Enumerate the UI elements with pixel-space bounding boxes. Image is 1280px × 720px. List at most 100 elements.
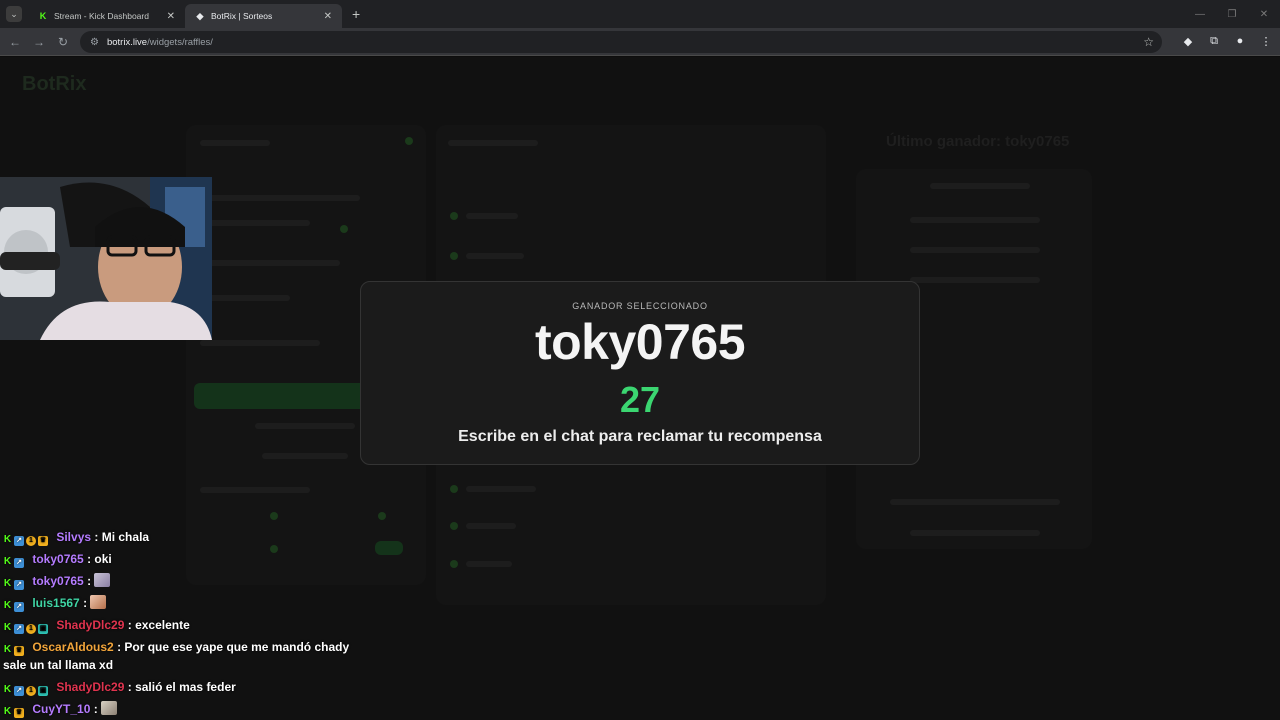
kick-badge-icon: K <box>3 578 12 589</box>
forward-icon[interactable]: → <box>27 30 51 54</box>
tab-botrix-sorteos[interactable]: ◆ BotRix | Sorteos ✕ <box>185 4 342 28</box>
chat-username: luis1567 <box>32 596 80 610</box>
chat-message: K ♛ OscarAldous2 : Por que ese yape que m… <box>3 636 363 676</box>
chat-username: toky0765 <box>32 552 84 566</box>
botrix-logo: BotRix <box>22 73 87 95</box>
bg-line <box>910 247 1040 253</box>
chat-message: K ↗ toky0765 : <box>3 570 363 592</box>
kick-badge-icon: K <box>3 534 12 545</box>
chat-message: K ↗ 1 ▣ ShadyDlc29 : salió el mas feder <box>3 676 363 698</box>
last-winner-title: Último ganador: toky0765 <box>886 133 1070 150</box>
tab-title: BotRix | Sorteos <box>211 11 273 21</box>
botrix-icon: ◆ <box>196 10 204 21</box>
winner-label: GANADOR SELECCIONADO <box>572 301 708 311</box>
chat-username: ShadyDlc29 <box>56 618 125 632</box>
subscriber-badge-icon: ♛ <box>38 536 48 546</box>
url-input[interactable]: ⚙ botrix.live/widgets/raffles/ ☆ <box>80 31 1162 53</box>
winner-modal: GANADOR SELECCIONADO toky0765 27 Escribe… <box>360 281 920 465</box>
webcam-image <box>0 177 212 340</box>
toggle-switch[interactable] <box>375 541 403 555</box>
bg-dot <box>450 522 458 530</box>
bg-line <box>466 561 512 567</box>
site-settings-icon[interactable]: ⚙ <box>90 37 99 48</box>
og-badge-icon: ↗ <box>14 580 24 590</box>
chat-message: K ↗ 1 ♛ Silvys : Mi chala <box>3 526 363 548</box>
minimize-icon[interactable]: — <box>1184 0 1216 28</box>
bg-line <box>200 195 360 201</box>
new-tab-button[interactable]: + <box>352 6 360 22</box>
bg-line <box>200 260 340 266</box>
claim-countdown: 27 <box>619 379 661 420</box>
bg-line <box>466 486 536 492</box>
bg-line <box>466 213 518 219</box>
close-icon[interactable]: ✕ <box>167 11 175 22</box>
extensions-area: ◆ ⧉ ● ⋮ <box>1180 32 1274 50</box>
bg-line <box>890 499 1060 505</box>
subscriber-badge-icon: ▣ <box>38 686 48 696</box>
extension-icon[interactable]: ◆ <box>1180 32 1196 50</box>
bg-dot <box>270 512 278 520</box>
kick-badge-icon: K <box>3 556 12 567</box>
chat-text: : Mi chala <box>94 530 150 544</box>
kick-badge-icon: K <box>3 684 12 695</box>
gift-badge-icon: 1 <box>26 536 36 546</box>
window-controls: — ❐ ✕ <box>1184 0 1280 28</box>
bg-dot <box>378 512 386 520</box>
og-badge-icon: ↗ <box>14 624 24 634</box>
chat-message: K ♛ CuyYT_10 : <box>3 698 363 720</box>
bg-line <box>910 530 1040 536</box>
address-bar: ← → ↻ ⚙ botrix.live/widgets/raffles/ ☆ ◆… <box>0 28 1280 56</box>
tab-title: Stream - Kick Dashboard <box>54 11 149 21</box>
emote-image <box>100 701 117 715</box>
subscriber-badge-icon: ▣ <box>38 624 48 634</box>
webcam-feed <box>0 177 212 340</box>
bg-line <box>466 253 524 259</box>
tab-bar: ⌄ K Stream - Kick Dashboard ✕ ◆ BotRix |… <box>0 0 1280 28</box>
chat-text: : <box>87 574 92 588</box>
url-path: /widgets/raffles/ <box>147 36 213 48</box>
chat-message: K ↗ 1 ▣ ShadyDlc29 : excelente <box>3 614 363 636</box>
bg-dot <box>340 225 348 233</box>
bg-line <box>930 183 1030 189</box>
bg-dot <box>450 252 458 260</box>
bg-line <box>910 277 1040 283</box>
maximize-icon[interactable]: ❐ <box>1216 0 1248 28</box>
emote-image <box>94 573 111 587</box>
chat-text: : salió el mas feder <box>127 680 236 694</box>
back-icon[interactable]: ← <box>3 30 27 54</box>
tab-search-button[interactable]: ⌄ <box>6 6 22 22</box>
bg-line <box>200 295 290 301</box>
kebab-menu-icon[interactable]: ⋮ <box>1258 32 1274 50</box>
puzzle-icon[interactable]: ⧉ <box>1206 32 1222 50</box>
chat-username: toky0765 <box>32 574 84 588</box>
reload-icon[interactable]: ↻ <box>51 30 75 54</box>
tab-kick-dashboard[interactable]: K Stream - Kick Dashboard ✕ <box>28 4 185 28</box>
close-icon[interactable]: ✕ <box>324 11 332 22</box>
og-badge-icon: ↗ <box>14 558 24 568</box>
chat-text: : <box>93 702 98 716</box>
bg-dot <box>450 212 458 220</box>
bookmark-star-icon[interactable]: ☆ <box>1143 35 1154 49</box>
bg-line <box>255 423 355 429</box>
chat-username: Silvys <box>56 530 92 544</box>
chat-message: K ↗ luis1567 : <box>3 592 363 614</box>
profile-avatar-icon[interactable]: ● <box>1232 32 1248 50</box>
emote-image <box>90 595 107 609</box>
chat-text: : <box>83 596 88 610</box>
bg-line <box>200 220 310 226</box>
bg-dot <box>405 137 413 145</box>
kick-badge-icon: K <box>3 706 12 717</box>
close-window-icon[interactable]: ✕ <box>1248 0 1280 28</box>
chat-text: : oki <box>87 552 112 566</box>
bg-line <box>200 140 270 146</box>
chevron-down-icon: ⌄ <box>10 8 18 19</box>
kick-icon: K <box>39 11 47 21</box>
subscriber-badge-icon: ♛ <box>14 646 24 656</box>
url-host: botrix.live <box>106 36 148 48</box>
og-badge-icon: ↗ <box>14 686 24 696</box>
bg-dot <box>450 485 458 493</box>
og-badge-icon: ↗ <box>14 602 24 612</box>
claim-instructions: Escribe en el chat para reclamar tu reco… <box>458 428 822 445</box>
chat-overlay: K ↗ 1 ♛ Silvys : Mi chala K ↗ toky0765 : oki… <box>3 526 363 720</box>
bg-dot <box>450 560 458 568</box>
